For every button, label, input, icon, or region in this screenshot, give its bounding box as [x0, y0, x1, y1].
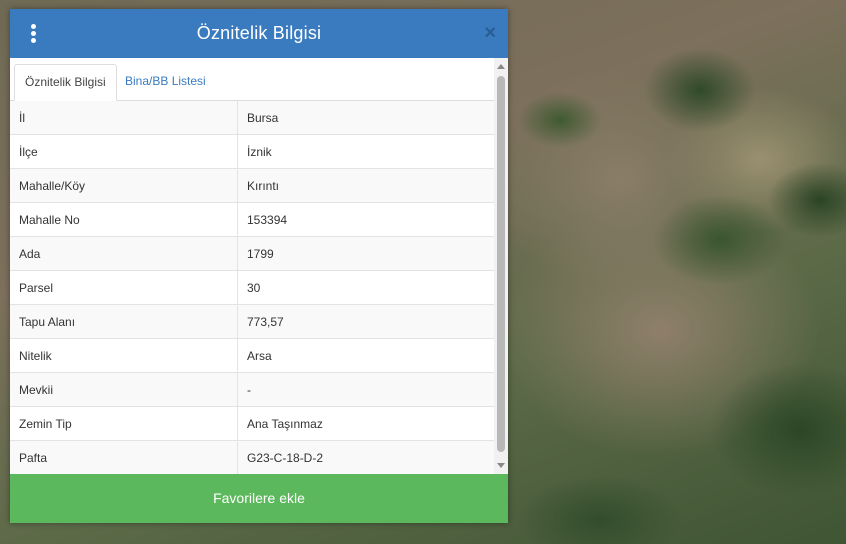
panel-header: Öznitelik Bilgisi ×: [10, 9, 508, 58]
close-icon[interactable]: ×: [484, 23, 496, 43]
attribute-value: İznik: [237, 134, 494, 169]
tab-building-list[interactable]: Bina/BB Listesi: [115, 64, 216, 99]
attribute-label: Pafta: [10, 440, 238, 474]
scroll-up-icon[interactable]: [497, 64, 505, 69]
attribute-value: 1799: [237, 236, 494, 271]
scroll-thumb[interactable]: [497, 76, 505, 452]
attribute-table-container: İl Bursa İlçe İznik Mahalle/Köy Kırıntı Mahall…: [10, 101, 494, 474]
attribute-label: Mahalle/Köy: [10, 168, 238, 203]
attribute-value: 30: [237, 270, 494, 305]
attribute-info-panel: Öznitelik Bilgisi × Öznitelik Bilgisi Bi…: [10, 9, 508, 523]
attribute-value: 773,57: [237, 304, 494, 339]
table-row: Tapu Alanı 773,57: [10, 304, 494, 339]
attribute-label: Zemin Tip: [10, 406, 238, 441]
attribute-label: Mevkii: [10, 372, 238, 407]
table-row: Mevkii -: [10, 372, 494, 407]
table-row: Nitelik Arsa: [10, 338, 494, 373]
tab-bar: Öznitelik Bilgisi Bina/BB Listesi: [10, 58, 494, 101]
attribute-label: Ada: [10, 236, 238, 271]
attribute-table: İl Bursa İlçe İznik Mahalle/Köy Kırıntı Mahall…: [10, 101, 494, 474]
attribute-value: -: [237, 372, 494, 407]
panel-title: Öznitelik Bilgisi: [196, 23, 322, 43]
attribute-label: İlçe: [10, 134, 238, 169]
table-row: Ada 1799: [10, 236, 494, 271]
table-row: Mahalle/Köy Kırıntı: [10, 168, 494, 203]
attribute-label: Nitelik: [10, 338, 238, 373]
table-row: Pafta G23-C-18-D-2: [10, 440, 494, 474]
tab-attribute-info[interactable]: Öznitelik Bilgisi: [14, 64, 117, 101]
table-row: İl Bursa: [10, 101, 494, 135]
attribute-label: Parsel: [10, 270, 238, 305]
attribute-label: Tapu Alanı: [10, 304, 238, 339]
table-row: İlçe İznik: [10, 134, 494, 169]
attribute-label: Mahalle No: [10, 202, 238, 237]
attribute-value: Ana Taşınmaz: [237, 406, 494, 441]
attribute-label: İl: [10, 101, 238, 135]
attribute-value: Kırıntı: [237, 168, 494, 203]
table-row: Parsel 30: [10, 270, 494, 305]
scrollbar[interactable]: [494, 58, 508, 474]
attribute-value: 153394: [237, 202, 494, 237]
scroll-down-icon[interactable]: [497, 463, 505, 468]
table-row: Mahalle No 153394: [10, 202, 494, 237]
attribute-value: Arsa: [237, 338, 494, 373]
attribute-value: Bursa: [237, 101, 494, 135]
table-row: Zemin Tip Ana Taşınmaz: [10, 406, 494, 441]
add-to-favorites-button[interactable]: Favorilere ekle: [10, 474, 508, 523]
attribute-value: G23-C-18-D-2: [237, 440, 494, 474]
